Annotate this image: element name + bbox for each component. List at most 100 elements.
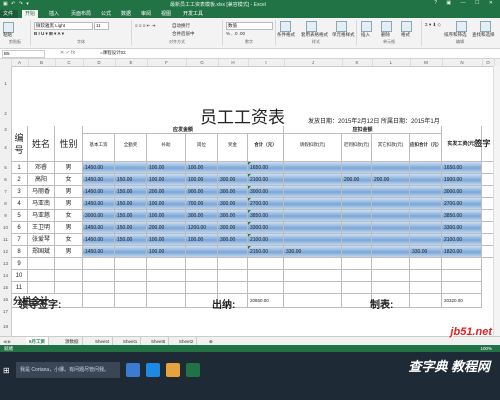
cell-no[interactable]: 1 — [11, 162, 28, 174]
cell-sign[interactable] — [472, 186, 494, 198]
cell-empty[interactable] — [83, 258, 115, 270]
cell-total[interactable]: 2100.00 — [248, 174, 284, 186]
cell-empty[interactable] — [442, 270, 482, 282]
cell-total[interactable]: 3850.00 — [248, 210, 284, 222]
cell-other[interactable]: 200.00 — [372, 174, 410, 186]
find-select-button[interactable]: 查找和选择 — [472, 32, 495, 38]
cell-post[interactable]: 900.00 — [186, 186, 218, 198]
cell-post[interactable] — [186, 246, 218, 258]
conditional-format-button[interactable]: 条件格式 — [277, 32, 295, 38]
cell-subsidy[interactable]: 200.00 — [147, 222, 186, 234]
cell-gender[interactable]: 男 — [55, 162, 83, 174]
cell-post[interactable]: 100.00 — [186, 174, 218, 186]
cell-empty[interactable] — [342, 282, 372, 294]
table-format-icon[interactable] — [306, 21, 317, 32]
row-header-18[interactable]: 18 — [0, 318, 12, 337]
cell-subsidy[interactable]: 200.00 — [147, 186, 186, 198]
sort-filter-button[interactable]: 排序和筛选 — [444, 32, 467, 38]
cell-post[interactable]: 700.00 — [186, 198, 218, 210]
subtotal-cell[interactable] — [147, 294, 186, 308]
cell-late[interactable] — [342, 234, 372, 246]
leader-signature-label[interactable]: 领导签字: — [18, 296, 61, 311]
cell-late[interactable] — [342, 222, 372, 234]
cell-leave[interactable] — [284, 210, 342, 222]
cell-sign[interactable] — [472, 174, 494, 186]
cell-total[interactable]: 3300.00 — [248, 222, 284, 234]
subtotal-cell[interactable] — [342, 294, 372, 308]
col-header-o[interactable]: O — [482, 59, 495, 66]
header-sign[interactable]: 签字 — [472, 126, 494, 162]
cell-base[interactable]: 1450.00 — [83, 174, 115, 186]
cell-name[interactable]: 马亚慈 — [28, 210, 55, 222]
cell-leave[interactable] — [284, 222, 342, 234]
cell-empty[interactable] — [28, 270, 55, 282]
col-header-d[interactable]: D — [83, 59, 116, 66]
cell-leave[interactable] — [284, 186, 342, 198]
maker-label[interactable]: 制表: — [370, 296, 393, 311]
cell-no-empty[interactable]: 11 — [11, 282, 28, 294]
header-bonus[interactable]: 奖金 — [218, 134, 248, 162]
col-header-l[interactable]: L — [372, 59, 411, 66]
header-late[interactable]: 迟到扣款(元) — [342, 134, 372, 162]
cortana-search-box[interactable]: 我是 Cortana，小娜。有问题尽管问我。 — [16, 362, 120, 378]
sort-filter-icon[interactable] — [456, 21, 467, 32]
cell-empty[interactable] — [342, 270, 372, 282]
cell-empty[interactable] — [410, 258, 442, 270]
delete-cells-icon[interactable] — [381, 21, 392, 32]
cell-subsidy[interactable]: 100.00 — [147, 210, 186, 222]
cell-empty[interactable] — [248, 258, 284, 270]
bold-italic-underline-buttons[interactable]: B I U ▾ ⊞ ▾ A ▾ — [34, 31, 64, 37]
col-header-m[interactable]: M — [410, 59, 443, 66]
cell-full[interactable]: 150.00 — [115, 222, 147, 234]
cell-sign[interactable] — [472, 246, 494, 258]
cell-late[interactable] — [342, 162, 372, 174]
tab-data[interactable]: 数据 — [118, 10, 134, 18]
tab-insert[interactable]: 插入 — [46, 10, 62, 18]
cell-sign[interactable] — [472, 198, 494, 210]
cell-late[interactable] — [342, 198, 372, 210]
cell-total[interactable]: 2100.00 — [248, 234, 284, 246]
header-other[interactable]: 其它扣款(元) — [372, 134, 410, 162]
cell-no[interactable]: 7 — [11, 234, 28, 246]
align-buttons[interactable]: ≡ ≡ ≡ ⇤ ⇥ — [135, 23, 155, 29]
cell-late[interactable] — [342, 210, 372, 222]
cell-deduct_total[interactable] — [410, 210, 442, 222]
find-select-icon[interactable] — [480, 21, 491, 32]
row-header-1[interactable]: 1 — [0, 66, 12, 103]
cell-gender[interactable]: 女 — [55, 234, 83, 246]
zoom-level[interactable]: 100% — [480, 345, 492, 352]
col-header-c[interactable]: C — [55, 59, 84, 66]
cell-empty[interactable] — [28, 282, 55, 294]
tab-home[interactable]: 开始 — [22, 10, 39, 18]
font-name-select[interactable]: 微软雅黑 Light — [34, 22, 93, 30]
cell-post[interactable]: 300.00 — [186, 210, 218, 222]
tab-review[interactable]: 审阅 — [138, 10, 154, 18]
cell-bonus[interactable]: 300.00 — [218, 234, 248, 246]
cell-gender[interactable]: 女 — [55, 174, 83, 186]
subtotal-cell[interactable] — [83, 294, 115, 308]
cell-total[interactable]: 2150.00 — [248, 246, 284, 258]
cell-empty[interactable] — [372, 270, 410, 282]
header-full[interactable]: 全勤奖 — [115, 134, 147, 162]
subtotal-cell[interactable]: 20850.00 — [248, 294, 284, 308]
cell-other[interactable] — [372, 234, 410, 246]
cell-deduct_total[interactable] — [410, 234, 442, 246]
cell-leave[interactable] — [284, 162, 342, 174]
sheet-title[interactable]: 员工工资表 — [200, 103, 285, 128]
file-explorer-icon[interactable] — [166, 363, 180, 377]
col-header-e[interactable]: E — [115, 59, 148, 66]
cell-gender[interactable]: 男 — [55, 186, 83, 198]
header-group-deduct[interactable]: 应扣金额 — [284, 126, 442, 134]
cell-name[interactable]: 马丽香 — [28, 186, 55, 198]
cell-empty[interactable] — [248, 282, 284, 294]
header-name[interactable]: 姓名 — [28, 126, 55, 162]
cell-empty[interactable] — [83, 270, 115, 282]
cell-subsidy[interactable]: 100.00 — [147, 198, 186, 210]
formula-icons[interactable]: ✕ ✓ fx — [60, 50, 75, 56]
col-header-h[interactable]: H — [218, 59, 249, 66]
col-header-n[interactable]: N — [442, 59, 483, 66]
cell-deduct_total[interactable] — [410, 162, 442, 174]
tab-developer[interactable]: 开发工具 — [180, 10, 206, 18]
cell-empty[interactable] — [186, 270, 218, 282]
col-header-b[interactable]: B — [28, 59, 56, 66]
